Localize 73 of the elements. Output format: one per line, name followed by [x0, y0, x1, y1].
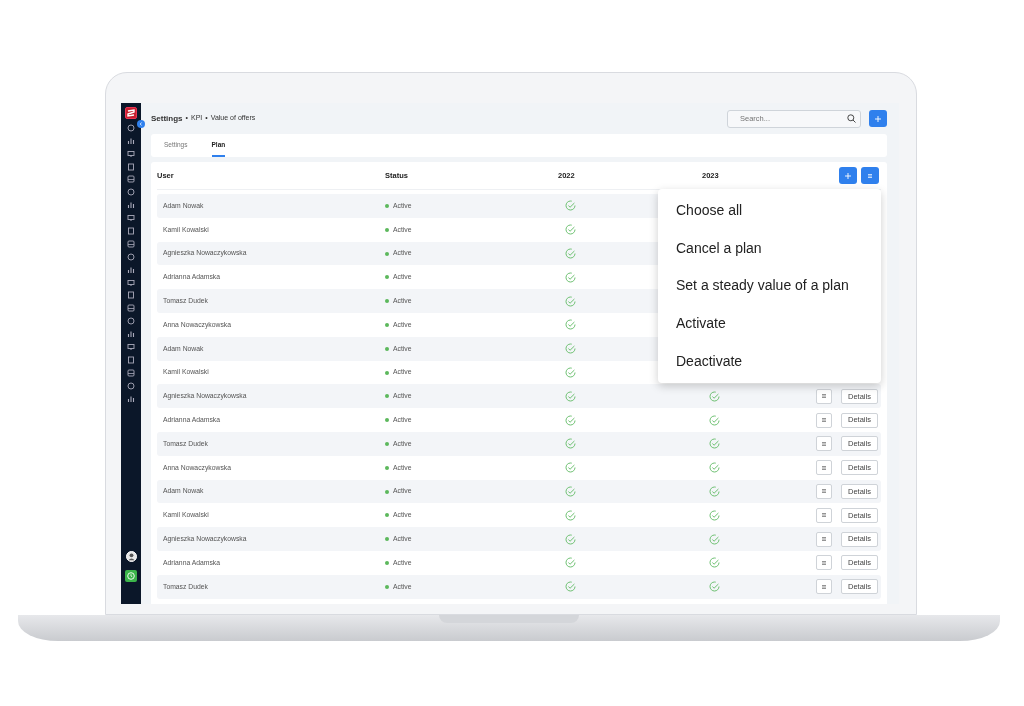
chart-icon[interactable] — [127, 394, 135, 403]
document-icon[interactable] — [127, 355, 135, 364]
status-dot — [385, 204, 389, 208]
plus-icon[interactable] — [873, 113, 883, 124]
menu-icon[interactable] — [820, 463, 828, 472]
status-dot — [385, 227, 389, 232]
circle-icon[interactable] — [127, 188, 135, 197]
status-dot — [385, 370, 389, 375]
menu-button[interactable] — [816, 460, 832, 476]
menu-icon[interactable] — [820, 416, 828, 425]
breadcrumb-item[interactable]: Settings — [151, 112, 183, 125]
monitor-icon[interactable] — [127, 214, 135, 223]
menu-icon[interactable] — [820, 439, 828, 448]
status-dot — [385, 560, 389, 565]
chart-icon[interactable] — [127, 136, 135, 145]
menu-item[interactable]: Deactivate — [658, 342, 881, 380]
square-icon[interactable] — [127, 239, 135, 248]
menu-icon[interactable] — [820, 582, 828, 591]
menu-icon[interactable] — [820, 535, 828, 544]
menu-button[interactable] — [816, 507, 832, 523]
menu-icon[interactable] — [820, 487, 828, 496]
menu-button[interactable] — [816, 555, 832, 571]
square-icon[interactable] — [127, 304, 135, 313]
status-dot — [385, 346, 389, 351]
status-dot — [385, 441, 389, 446]
add-button[interactable] — [839, 167, 857, 184]
menu-button[interactable] — [816, 579, 832, 595]
menu-item[interactable]: Choose all — [658, 192, 881, 230]
chart-icon[interactable] — [127, 265, 135, 274]
menu-item[interactable]: Cancel a plan — [658, 229, 881, 268]
clock-button[interactable] — [125, 570, 137, 582]
document-icon[interactable] — [127, 291, 135, 300]
status-dot — [385, 251, 389, 256]
status-dot — [385, 513, 389, 518]
status-dot — [385, 465, 389, 470]
status-dot — [385, 584, 389, 589]
status-dot — [385, 299, 389, 304]
square-icon[interactable] — [127, 368, 135, 377]
menu-button[interactable] — [816, 388, 832, 404]
status-dot — [385, 537, 389, 542]
document-icon[interactable] — [127, 227, 135, 235]
menu-icon[interactable] — [820, 558, 828, 567]
document-icon[interactable] — [127, 162, 135, 171]
status-dot — [385, 489, 389, 494]
chart-icon[interactable] — [127, 201, 135, 210]
menu-button[interactable] — [861, 167, 879, 184]
status-dot — [385, 323, 389, 327]
add-button[interactable] — [869, 110, 887, 127]
menu-icon[interactable] — [820, 511, 828, 520]
collapse-icon[interactable] — [137, 120, 145, 128]
plus-icon[interactable] — [843, 170, 853, 181]
circle-icon[interactable] — [127, 123, 135, 132]
chart-icon[interactable] — [127, 330, 135, 339]
menu-button[interactable] — [816, 412, 832, 428]
avatar-icon[interactable] — [125, 551, 137, 562]
circle-icon[interactable] — [127, 381, 135, 390]
menu-button[interactable] — [816, 531, 832, 547]
status-dot — [385, 418, 389, 423]
menu-button[interactable] — [816, 436, 832, 452]
circle-icon[interactable] — [127, 317, 135, 326]
monitor-icon[interactable] — [127, 278, 135, 287]
search-icon[interactable] — [847, 114, 856, 123]
logo-icon[interactable] — [125, 107, 137, 119]
menu-item[interactable]: Set a steady value of a plan — [658, 267, 881, 305]
menu-item[interactable]: Activate — [658, 304, 881, 343]
square-icon[interactable] — [127, 175, 135, 184]
circle-icon[interactable] — [127, 252, 135, 261]
status-dot — [385, 275, 389, 280]
monitor-icon[interactable] — [127, 149, 135, 158]
menu-icon[interactable] — [820, 392, 828, 401]
menu-button[interactable] — [816, 483, 832, 499]
monitor-icon[interactable] — [127, 343, 135, 352]
status-dot — [385, 394, 389, 399]
